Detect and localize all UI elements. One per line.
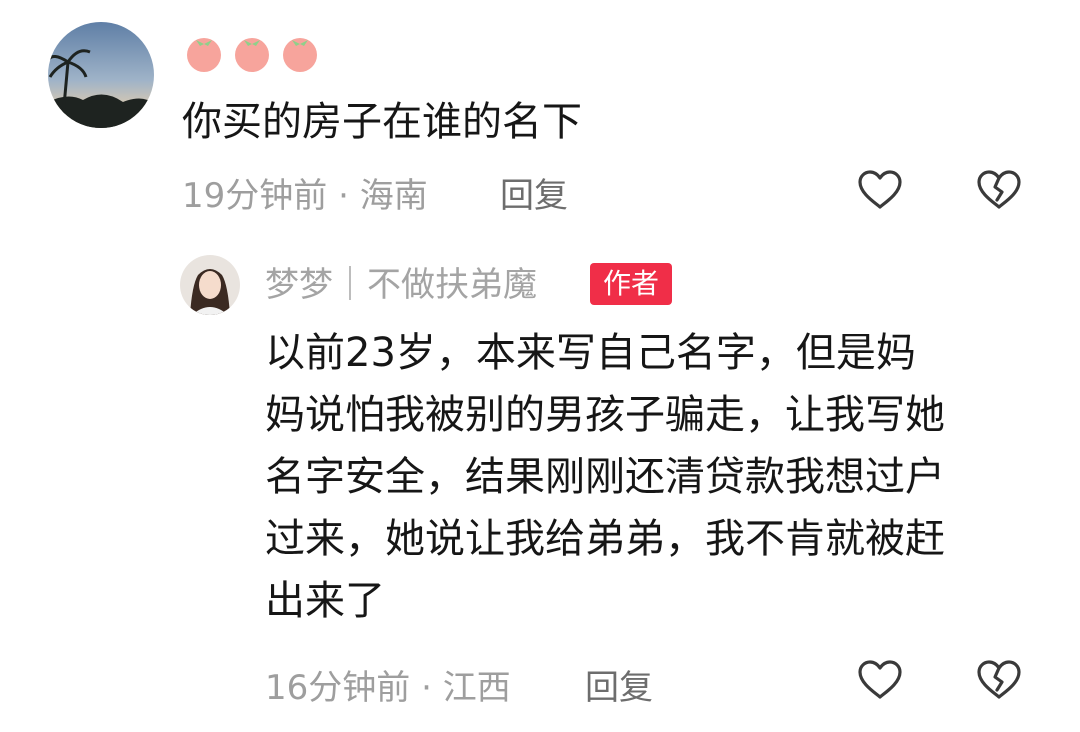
meta-separator: ·	[338, 176, 349, 216]
reply-meta: 16分钟前 · 江西	[265, 660, 511, 709]
tomato-icon	[283, 38, 317, 72]
broken-heart-icon[interactable]	[975, 166, 1023, 214]
broken-heart-icon[interactable]	[975, 656, 1023, 704]
reply-button[interactable]: 回复	[500, 168, 568, 217]
reply-time: 16分钟前	[265, 668, 411, 708]
reply-avatar[interactable]	[180, 255, 240, 315]
comment-location: 海南	[359, 176, 428, 216]
reply-location: 江西	[442, 668, 511, 708]
comment-username[interactable]	[182, 30, 322, 74]
tomato-icon	[187, 38, 221, 72]
comment-meta: 19分钟前 · 海南	[182, 168, 428, 217]
comment-text: 你买的房子在谁的名下	[182, 99, 582, 145]
heart-outline-icon[interactable]	[856, 656, 904, 704]
reply-text-line: 出来了	[265, 578, 385, 624]
reply-text-line: 妈说怕我被别的男孩子骗走，让我写她	[265, 392, 945, 438]
reply-text-line: 以前23岁，本来写自己名字，但是妈	[265, 330, 916, 376]
reply-avatar-image	[180, 255, 240, 315]
avatar[interactable]	[48, 22, 154, 128]
reply-reply-button[interactable]: 回复	[585, 660, 653, 709]
avatar-image	[48, 22, 154, 128]
reply-text: 以前23岁，本来写自己名字，但是妈 妈说怕我被别的男孩子骗走，让我写她 名字安全…	[265, 322, 1045, 632]
reply-text-line: 过来，她说让我给弟弟，我不肯就被赶	[265, 516, 945, 562]
meta-separator: ·	[421, 668, 432, 708]
reply-text-line: 名字安全，结果刚刚还清贷款我想过户	[265, 454, 945, 500]
tomato-icon	[235, 38, 269, 72]
reply-username[interactable]: 梦梦｜不做扶弟魔	[265, 260, 537, 310]
author-badge: 作者	[590, 263, 672, 305]
heart-outline-icon[interactable]	[856, 166, 904, 214]
comment-time: 19分钟前	[182, 176, 328, 216]
